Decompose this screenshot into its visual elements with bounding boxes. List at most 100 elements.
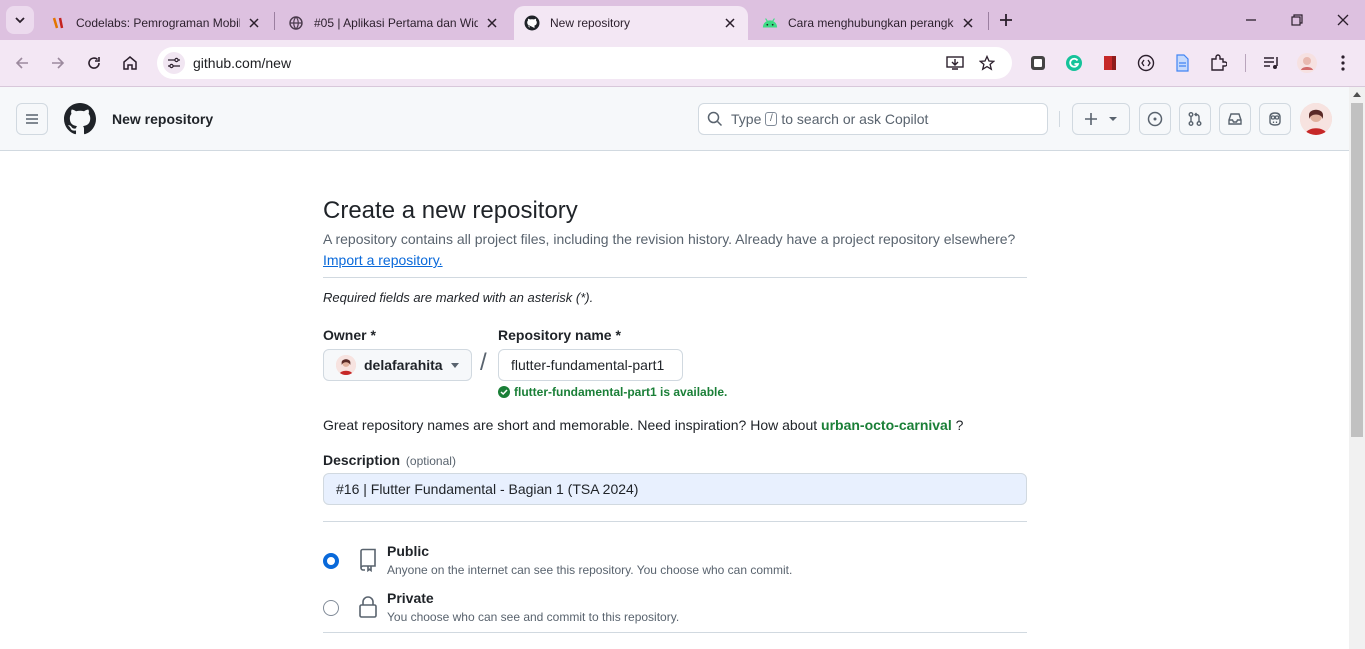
address-bar[interactable]: github.com/new [157,47,1012,79]
url-text[interactable]: github.com/new [193,55,291,71]
private-radio[interactable] [323,600,339,616]
arrow-left-icon [15,57,28,69]
divider [323,521,1027,522]
tab-menghubungkan[interactable]: Cara menghubungkan perangkat [752,6,986,40]
tab-separator [988,12,989,30]
plus-icon [1085,113,1097,125]
browser-tab-bar: Codelabs: Pemrograman Mobile #05 | Aplik… [0,0,1365,40]
description-input[interactable] [323,473,1027,505]
tab-title: #05 | Aplikasi Pertama dan Widget [314,16,478,30]
global-nav-menu-button[interactable] [16,103,48,135]
close-icon[interactable] [246,15,262,31]
owner-repo-separator: / [480,349,487,376]
search-input[interactable]: Type / to search or ask Copilot [698,103,1048,135]
restore-button[interactable] [1285,8,1309,32]
home-icon [123,56,137,70]
profile-avatar-icon[interactable] [1297,53,1317,73]
search-placeholder-prefix: Type [731,111,762,127]
triangle-down-icon [1109,117,1117,121]
new-tab-button[interactable] [994,8,1018,32]
github-header: New repository Type / to search or ask C… [0,87,1349,151]
extension-icon[interactable] [1028,53,1048,73]
scroll-up-arrow-icon[interactable] [1353,92,1361,97]
search-placeholder-suffix: to search or ask Copilot [781,111,929,127]
inspiration-end: ? [955,417,964,433]
reload-button[interactable] [81,50,107,76]
back-button[interactable] [9,50,35,76]
scrollbar-thumb[interactable] [1351,103,1363,437]
owner-name: delafarahita [364,357,443,373]
description-label: Description (optional) [323,452,456,468]
tab-title: Codelabs: Pemrograman Mobile [76,16,240,30]
copilot-button[interactable] [1259,103,1291,135]
reload-icon [88,57,100,69]
codelabs-icon [50,15,66,31]
visibility-public-option[interactable]: Public Anyone on the internet can see th… [323,543,1027,591]
media-control-icon[interactable] [1261,53,1281,73]
inbox-icon [1228,113,1242,125]
forward-button[interactable] [45,50,71,76]
tab-separator [274,12,275,30]
description-label-text: Description [323,452,401,468]
close-window-button[interactable] [1331,8,1355,32]
name-inspiration: Great repository names are short and mem… [323,417,963,433]
private-description: You choose who can see and commit to thi… [387,610,680,624]
inbox-button[interactable] [1219,103,1251,135]
inspiration-text: Great repository names are short and mem… [323,417,818,433]
tab-aplikasi-pertama[interactable]: #05 | Aplikasi Pertama dan Widget [278,6,510,40]
kebab-menu-icon[interactable] [1333,53,1353,73]
tab-search-button[interactable] [6,6,34,34]
home-button[interactable] [117,50,143,76]
lock-icon [357,594,379,620]
document-extension-icon[interactable] [1172,53,1192,73]
close-icon [1337,14,1349,26]
restore-icon [1291,14,1303,26]
android-icon [762,15,778,31]
optional-hint: (optional) [405,454,456,468]
globe-icon [288,15,304,31]
git-pull-request-icon [1188,112,1202,126]
pull-requests-button[interactable] [1179,103,1211,135]
install-app-icon[interactable] [945,53,965,73]
minimize-button[interactable] [1239,8,1263,32]
required-fields-note: Required fields are marked with an aster… [323,290,594,305]
grammarly-icon[interactable] [1064,53,1084,73]
tab-title: Cara menghubungkan perangkat [788,16,954,30]
github-logo-icon[interactable] [64,103,96,135]
close-icon[interactable] [722,15,738,31]
header-divider [1059,111,1060,127]
repo-icon [357,547,379,573]
tab-codelabs[interactable]: Codelabs: Pemrograman Mobile [40,6,272,40]
minimize-icon [1246,19,1256,21]
site-info-button[interactable] [163,52,185,74]
public-radio[interactable] [323,553,339,569]
import-repository-link[interactable]: Import a repository. [323,252,443,268]
book-extension-icon[interactable] [1100,53,1120,73]
search-icon [707,111,723,127]
page-context-title[interactable]: New repository [112,111,213,127]
name-suggestion-button[interactable]: urban-octo-carnival [821,417,952,433]
arrow-right-icon [52,57,65,69]
public-description: Anyone on the internet can see this repo… [387,563,793,577]
avatar[interactable] [1300,103,1332,135]
tab-new-repository[interactable]: New repository [514,6,748,40]
repository-name-input[interactable] [498,349,683,381]
chevron-down-icon [15,17,25,24]
browser-toolbar: github.com/new [0,40,1365,87]
tab-title: New repository [550,16,631,30]
close-icon[interactable] [960,15,976,31]
issues-button[interactable] [1139,103,1171,135]
github-icon [524,15,540,31]
owner-dropdown[interactable]: delafarahita [323,349,472,381]
create-new-button[interactable] [1072,103,1130,135]
close-icon[interactable] [484,15,500,31]
divider [323,277,1027,278]
extensions-puzzle-icon[interactable] [1208,53,1228,73]
tune-icon [168,57,180,69]
hamburger-icon [26,114,38,124]
page-scrollbar[interactable] [1349,87,1365,649]
bookmark-star-icon[interactable] [977,53,997,73]
owner-label: Owner * [323,327,376,343]
code-extension-icon[interactable] [1136,53,1156,73]
copilot-icon [1269,112,1281,126]
